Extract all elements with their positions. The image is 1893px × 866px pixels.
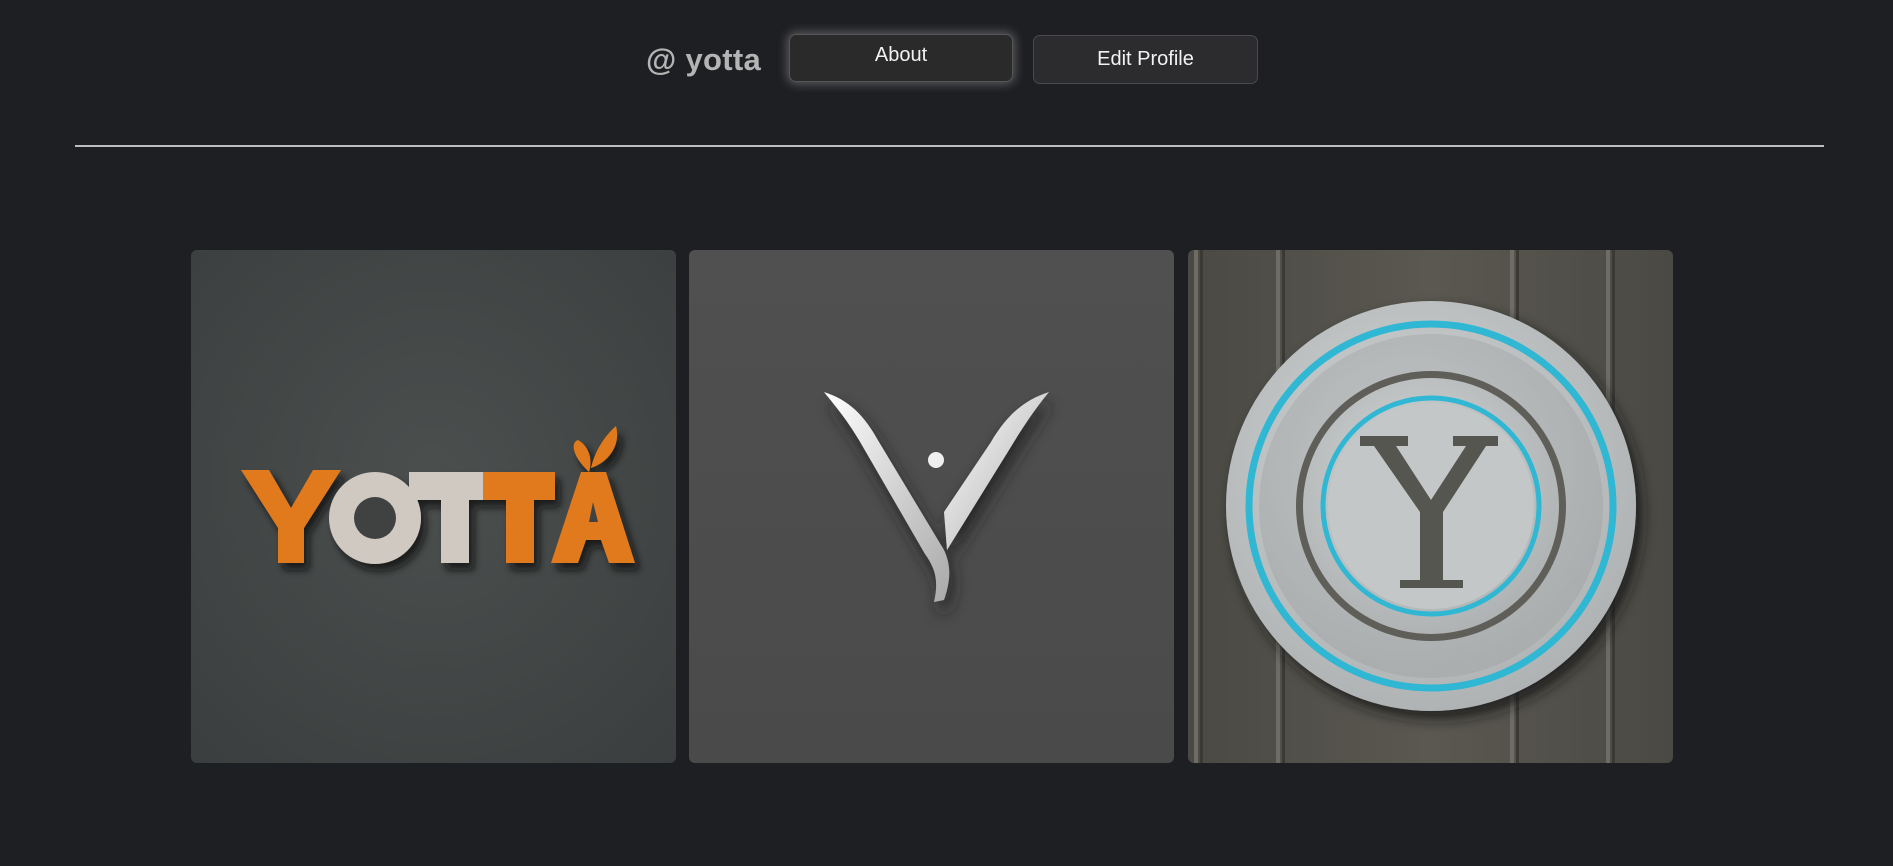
image-gallery — [191, 250, 1673, 763]
gallery-item-yotta-logo[interactable] — [191, 250, 676, 763]
profile-header: @ yotta About Edit Profile — [0, 34, 1893, 84]
gallery-item-y-figure-logo[interactable] — [689, 250, 1174, 763]
header-divider — [75, 145, 1824, 147]
y-figure-logo-image — [689, 250, 1174, 763]
yotta-wordmark-image — [191, 250, 676, 763]
gallery-item-y-emblem-logo[interactable] — [1188, 250, 1673, 763]
edit-profile-button[interactable]: Edit Profile — [1033, 35, 1258, 84]
about-button[interactable]: About — [789, 34, 1013, 82]
profile-handle: @ yotta — [646, 42, 762, 77]
y-emblem-logo-image — [1188, 250, 1673, 763]
profile-page: @ yotta About Edit Profile — [0, 0, 1893, 866]
